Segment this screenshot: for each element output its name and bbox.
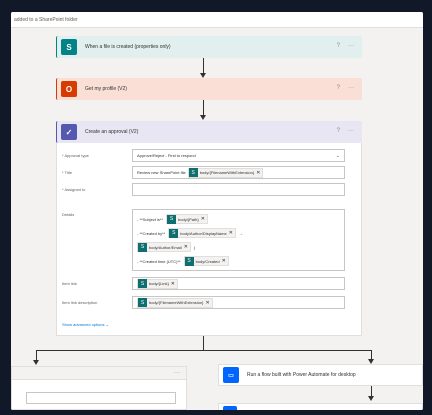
- details-text: - **Created time (UTC)**: [137, 258, 181, 264]
- remove-token-icon[interactable]: ✕: [171, 281, 175, 287]
- dynamic-token[interactable]: S body/{Link} ✕: [137, 278, 178, 289]
- remove-token-icon[interactable]: ✕: [184, 244, 188, 250]
- token-label: body/{FilenameWithExtension}: [199, 170, 255, 175]
- sharepoint-icon: S: [61, 39, 77, 55]
- approval-type-value: Approve/Reject - First to respond: [137, 153, 196, 158]
- approval-type-dropdown[interactable]: Approve/Reject - First to respond ⌄: [132, 149, 345, 162]
- details-label: Details: [62, 212, 75, 217]
- office365-icon: O: [61, 81, 77, 97]
- token-label: body/Author/Email: [149, 244, 182, 250]
- remove-token-icon[interactable]: ✕: [201, 216, 205, 222]
- details-text: ): [193, 244, 196, 250]
- dynamic-token[interactable]: S body/Author/Email ✕: [137, 242, 191, 252]
- connector-arrow: [200, 100, 206, 120]
- token-label: body/{Link}: [149, 281, 169, 286]
- assigned-to-label: * Assigned to: [62, 187, 86, 192]
- more-options-icon[interactable]: ···: [348, 128, 354, 134]
- step-title: Create an approval (V2): [85, 129, 139, 135]
- connector-arrow: [200, 58, 206, 78]
- step-create-approval[interactable]: ✓ Create an approval (V2) ? ···: [56, 121, 362, 143]
- dynamic-token[interactable]: S body/Author/DisplayName ✕: [168, 228, 236, 238]
- details-line: S body/Author/Email ✕ ): [137, 242, 195, 252]
- item-link-description-label: Item link description: [62, 300, 98, 305]
- sharepoint-icon: S: [138, 298, 147, 307]
- sharepoint-icon: S: [138, 279, 147, 288]
- next-step-card[interactable]: [218, 403, 423, 410]
- details-text: - **Subject is**: [137, 216, 164, 222]
- approvals-icon: ✓: [61, 124, 77, 140]
- step-title: Get my profile (V2): [85, 86, 127, 92]
- connector-arrow: [368, 386, 374, 401]
- connector-line: [36, 350, 372, 351]
- show-advanced-options-link[interactable]: Show advanced options ⌄: [62, 322, 109, 327]
- connector-line: [203, 336, 204, 350]
- help-icon[interactable]: ?: [337, 128, 340, 134]
- step-title: Run a flow built with Power Automate for…: [247, 372, 356, 378]
- dynamic-token[interactable]: S body/{Path} ✕: [166, 214, 208, 224]
- token-label: body/{FilenameWithExtension}: [149, 300, 204, 305]
- remove-token-icon[interactable]: ✕: [229, 230, 233, 236]
- step-get-my-profile[interactable]: O Get my profile (V2) ? ···: [56, 78, 362, 100]
- assigned-to-field[interactable]: [132, 183, 345, 196]
- approval-form: * Approval type Approve/Reject - First t…: [56, 143, 362, 336]
- approval-type-label: * Approval type: [62, 153, 89, 158]
- dynamic-token[interactable]: S body/{FilenameWithExtension} ✕: [187, 167, 264, 178]
- left-branch-input[interactable]: [26, 392, 176, 404]
- left-branch-card[interactable]: ···: [11, 366, 187, 410]
- details-line: - **Created time (UTC)** S body/Created …: [137, 256, 229, 266]
- title-text: Review new SharePoint file: [137, 170, 186, 175]
- dynamic-token[interactable]: S body/{FilenameWithExtension} ✕: [137, 297, 213, 308]
- sharepoint-icon: S: [169, 228, 179, 238]
- chevron-down-icon: ⌄: [335, 152, 340, 159]
- help-icon[interactable]: ?: [337, 85, 340, 91]
- dynamic-token[interactable]: S body/Created ✕: [183, 256, 229, 266]
- details-text: - **Created by**: [137, 230, 166, 236]
- item-link-label: Item link: [62, 281, 77, 286]
- item-link-field[interactable]: S body/{Link} ✕: [132, 277, 345, 290]
- help-icon[interactable]: ?: [337, 43, 340, 49]
- more-options-icon[interactable]: ···: [348, 43, 354, 49]
- desktop-flow-icon: [223, 406, 237, 410]
- remove-token-icon[interactable]: ✕: [205, 300, 209, 306]
- left-branch-card-header: ···: [12, 367, 186, 380]
- token-label: body/Created: [195, 258, 220, 264]
- connector-arrow: [33, 350, 39, 365]
- chevron-down-icon: ⌄: [105, 322, 109, 327]
- sharepoint-icon: S: [188, 168, 198, 177]
- remove-token-icon[interactable]: ✕: [222, 258, 226, 264]
- sharepoint-icon: S: [138, 242, 147, 252]
- connector-arrow: [368, 350, 374, 364]
- remove-token-icon[interactable]: ✕: [256, 170, 260, 176]
- details-text: →: [238, 230, 243, 236]
- item-link-description-field[interactable]: S body/{FilenameWithExtension} ✕: [132, 296, 345, 309]
- more-options-icon[interactable]: ···: [348, 85, 354, 91]
- flow-designer-canvas: added to a SharePoint folder S When a fi…: [11, 12, 423, 410]
- more-options-icon[interactable]: ···: [174, 370, 180, 376]
- sharepoint-icon: S: [167, 214, 177, 224]
- title-label: * Title: [62, 170, 73, 175]
- desktop-flow-icon: ▭: [223, 367, 239, 383]
- title-field[interactable]: Review new SharePoint file S body/{Filen…: [132, 166, 345, 179]
- details-line: - **Created by** S body/Author/DisplayNa…: [137, 228, 243, 238]
- details-field[interactable]: - **Subject is** S body/{Path} ✕ - **Cre…: [132, 209, 345, 271]
- step-when-file-created[interactable]: S When a file is created (properties onl…: [56, 36, 362, 58]
- step-run-desktop-flow[interactable]: ▭ Run a flow built with Power Automate f…: [218, 364, 423, 386]
- token-label: body/{Path}: [178, 216, 199, 222]
- step-title: When a file is created (properties only): [85, 44, 171, 50]
- details-line: - **Subject is** S body/{Path} ✕: [137, 214, 208, 224]
- breadcrumb: added to a SharePoint folder: [11, 12, 423, 28]
- sharepoint-icon: S: [184, 256, 194, 266]
- token-label: body/Author/DisplayName: [180, 230, 227, 236]
